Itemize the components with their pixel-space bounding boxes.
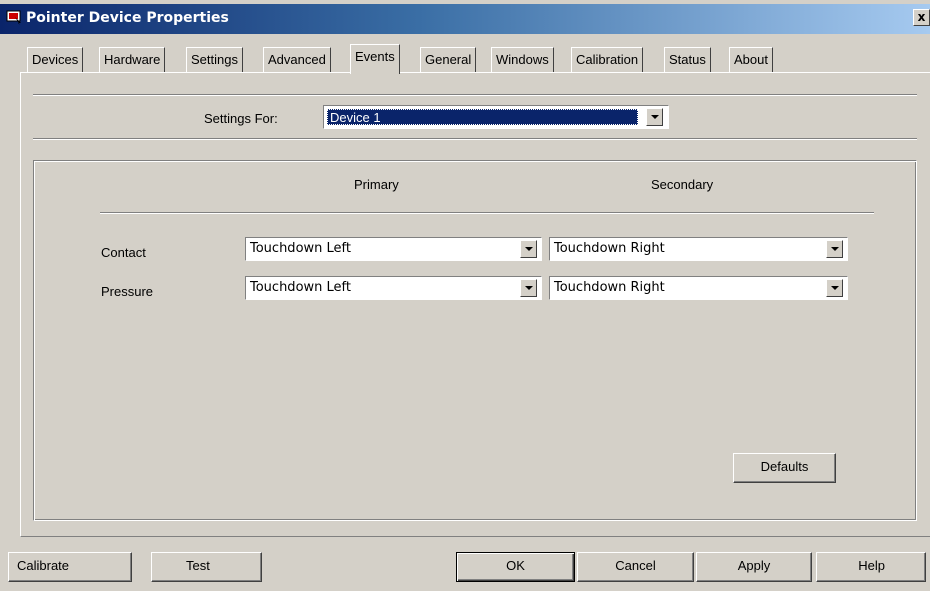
contact-primary-value: Touchdown Left xyxy=(250,241,351,256)
ok-button[interactable]: OK xyxy=(456,552,575,582)
help-button[interactable]: Help xyxy=(816,552,926,582)
pressure-secondary-select[interactable]: Touchdown Right xyxy=(549,276,848,300)
chevron-down-icon[interactable] xyxy=(646,108,663,126)
chevron-down-icon[interactable] xyxy=(520,279,537,297)
pressure-primary-value: Touchdown Left xyxy=(250,280,351,295)
contact-secondary-value: Touchdown Right xyxy=(554,241,665,256)
contact-secondary-select[interactable]: Touchdown Right xyxy=(549,237,848,261)
divider xyxy=(33,94,917,96)
divider xyxy=(33,138,917,140)
secondary-header: Secondary xyxy=(651,177,714,192)
tab-windows[interactable]: Windows xyxy=(491,47,554,72)
tab-hardware[interactable]: Hardware xyxy=(99,47,166,72)
pressure-primary-select[interactable]: Touchdown Left xyxy=(245,276,542,300)
device-select[interactable]: Device 1 xyxy=(323,105,669,129)
device-select-value: Device 1 xyxy=(327,109,638,125)
tab-settings[interactable]: Settings xyxy=(186,47,243,72)
test-button[interactable]: Test xyxy=(151,552,262,582)
contact-primary-select[interactable]: Touchdown Left xyxy=(245,237,542,261)
defaults-button[interactable]: Defaults xyxy=(733,453,836,483)
contact-label: Contact xyxy=(101,245,146,260)
tab-general[interactable]: General xyxy=(420,47,477,72)
pressure-secondary-value: Touchdown Right xyxy=(554,280,665,295)
primary-header: Primary xyxy=(354,177,399,192)
tab-about[interactable]: About xyxy=(729,47,773,72)
header-divider xyxy=(100,212,874,214)
chevron-down-icon[interactable] xyxy=(826,240,843,258)
pressure-label: Pressure xyxy=(101,284,154,299)
window-title: Pointer Device Properties xyxy=(26,10,229,26)
cancel-button[interactable]: Cancel xyxy=(577,552,694,582)
calibrate-button[interactable]: Calibrate xyxy=(8,552,132,582)
settings-for-label: Settings For: xyxy=(204,111,278,126)
chevron-down-icon[interactable] xyxy=(826,279,843,297)
tab-status[interactable]: Status xyxy=(664,47,711,72)
close-button[interactable]: x xyxy=(913,9,930,26)
tab-advanced[interactable]: Advanced xyxy=(263,47,331,72)
tab-events[interactable]: Events xyxy=(350,44,400,74)
pointer-device-icon xyxy=(6,10,21,25)
chevron-down-icon[interactable] xyxy=(520,240,537,258)
apply-button[interactable]: Apply xyxy=(696,552,812,582)
tab-calibration[interactable]: Calibration xyxy=(571,47,644,72)
tab-devices[interactable]: Devices xyxy=(27,47,84,72)
